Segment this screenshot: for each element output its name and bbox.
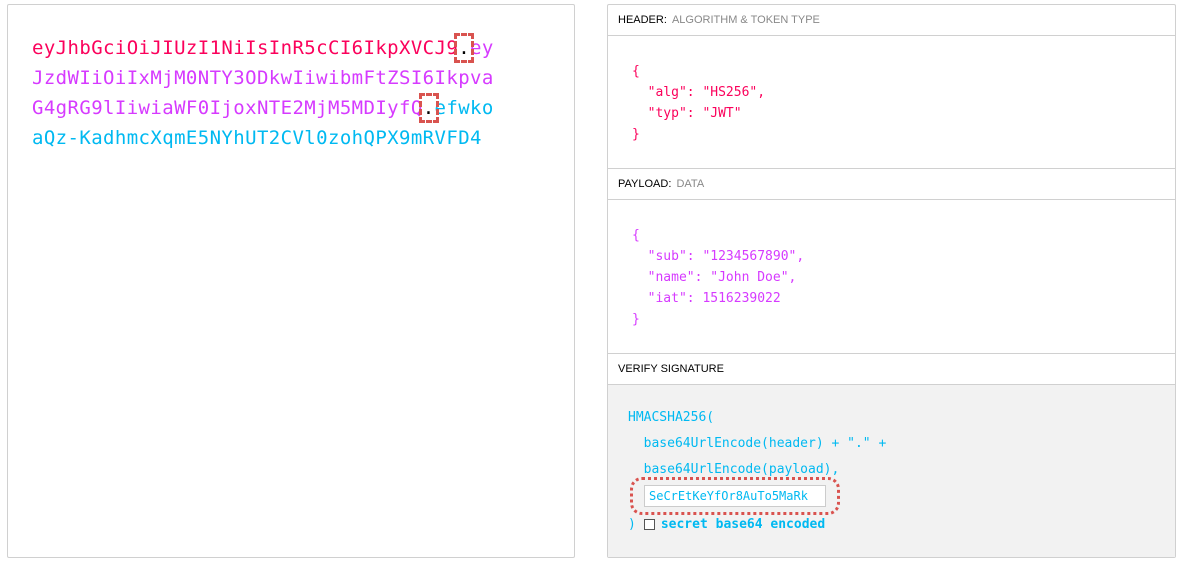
section-title: PAYLOAD: bbox=[618, 178, 672, 190]
token-separator-dot: . bbox=[418, 93, 439, 123]
json-line: "alg": "HS256", bbox=[632, 85, 766, 100]
secret-encoding-row: ) secret base64 encoded bbox=[628, 513, 825, 535]
token-payload-segment: G4gRG9lIiwiaWF0IjoxNTE2MjM5MDIyfQ bbox=[32, 97, 423, 119]
token-signature-segment: aQz-KadhmcXqmE5NYhUT2CVl0zohQPX9mRVFD4 bbox=[32, 127, 482, 149]
json-line: } bbox=[632, 127, 640, 142]
secret-key-input[interactable] bbox=[644, 485, 826, 507]
token-header-segment: eyJhbGciOiJIUzI1NiIsInR5cCI6IkpXVCJ9 bbox=[32, 37, 459, 59]
code-line: base64UrlEncode(header) + "." + bbox=[628, 436, 887, 451]
token-payload-segment: JzdWIiOiIxMjM0NTY3ODkwIiwibmFtZSI6Ikpva bbox=[32, 67, 494, 89]
token-line: JzdWIiOiIxMjM0NTY3ODkwIiwibmFtZSI6Ikpva bbox=[32, 63, 552, 93]
code-line: base64UrlEncode(payload), bbox=[628, 462, 840, 477]
verify-code: HMACSHA256( base64UrlEncode(header) + ".… bbox=[628, 405, 886, 483]
json-line: "iat": 1516239022 bbox=[632, 291, 781, 306]
header-json-editor[interactable]: { "alg": "HS256", "typ": "JWT" } bbox=[632, 61, 765, 145]
verify-signature-body: HMACSHA256( base64UrlEncode(header) + ".… bbox=[608, 385, 1175, 557]
token-line: eyJhbGciOiJIUzI1NiIsInR5cCI6IkpXVCJ9.ey bbox=[32, 33, 552, 63]
token-signature-segment: efwko bbox=[434, 97, 494, 119]
token-separator-dot: . bbox=[454, 33, 474, 63]
json-line: "typ": "JWT" bbox=[632, 106, 742, 121]
secret-base64-checkbox[interactable] bbox=[643, 518, 655, 530]
encoded-token-panel[interactable]: eyJhbGciOiJIUzI1NiIsInR5cCI6IkpXVCJ9.ey … bbox=[7, 4, 575, 558]
section-subtitle: ALGORITHM & TOKEN TYPE bbox=[671, 14, 820, 26]
encoded-token-text[interactable]: eyJhbGciOiJIUzI1NiIsInR5cCI6IkpXVCJ9.ey … bbox=[32, 33, 552, 153]
json-line: } bbox=[632, 312, 640, 327]
section-subtitle: DATA bbox=[676, 178, 705, 190]
token-line: G4gRG9lIiwiaWF0IjoxNTE2MjM5MDIyfQ.efwko bbox=[32, 93, 552, 123]
payload-json-editor[interactable]: { "sub": "1234567890", "name": "John Doe… bbox=[632, 225, 804, 330]
verify-section-title: VERIFY SIGNATURE bbox=[608, 354, 1175, 385]
json-line: "sub": "1234567890", bbox=[632, 249, 805, 264]
section-title: HEADER: bbox=[618, 14, 667, 26]
token-line: aQz-KadhmcXqmE5NYhUT2CVl0zohQPX9mRVFD4 bbox=[32, 123, 552, 153]
json-line: { bbox=[632, 64, 640, 79]
close-paren: ) bbox=[628, 516, 636, 532]
section-title: VERIFY SIGNATURE bbox=[618, 363, 724, 375]
code-line: HMACSHA256( bbox=[628, 410, 715, 425]
secret-base64-label[interactable]: secret base64 encoded bbox=[661, 517, 825, 532]
json-line: { bbox=[632, 228, 640, 243]
header-section-title: HEADER: ALGORITHM & TOKEN TYPE bbox=[608, 5, 1175, 36]
decoded-panel: HEADER: ALGORITHM & TOKEN TYPE { "alg": … bbox=[607, 4, 1176, 558]
token-payload-segment: ey bbox=[470, 37, 494, 59]
secret-input-highlight bbox=[630, 477, 840, 515]
payload-section-title: PAYLOAD: DATA bbox=[608, 169, 1175, 200]
json-line: "name": "John Doe", bbox=[632, 270, 797, 285]
